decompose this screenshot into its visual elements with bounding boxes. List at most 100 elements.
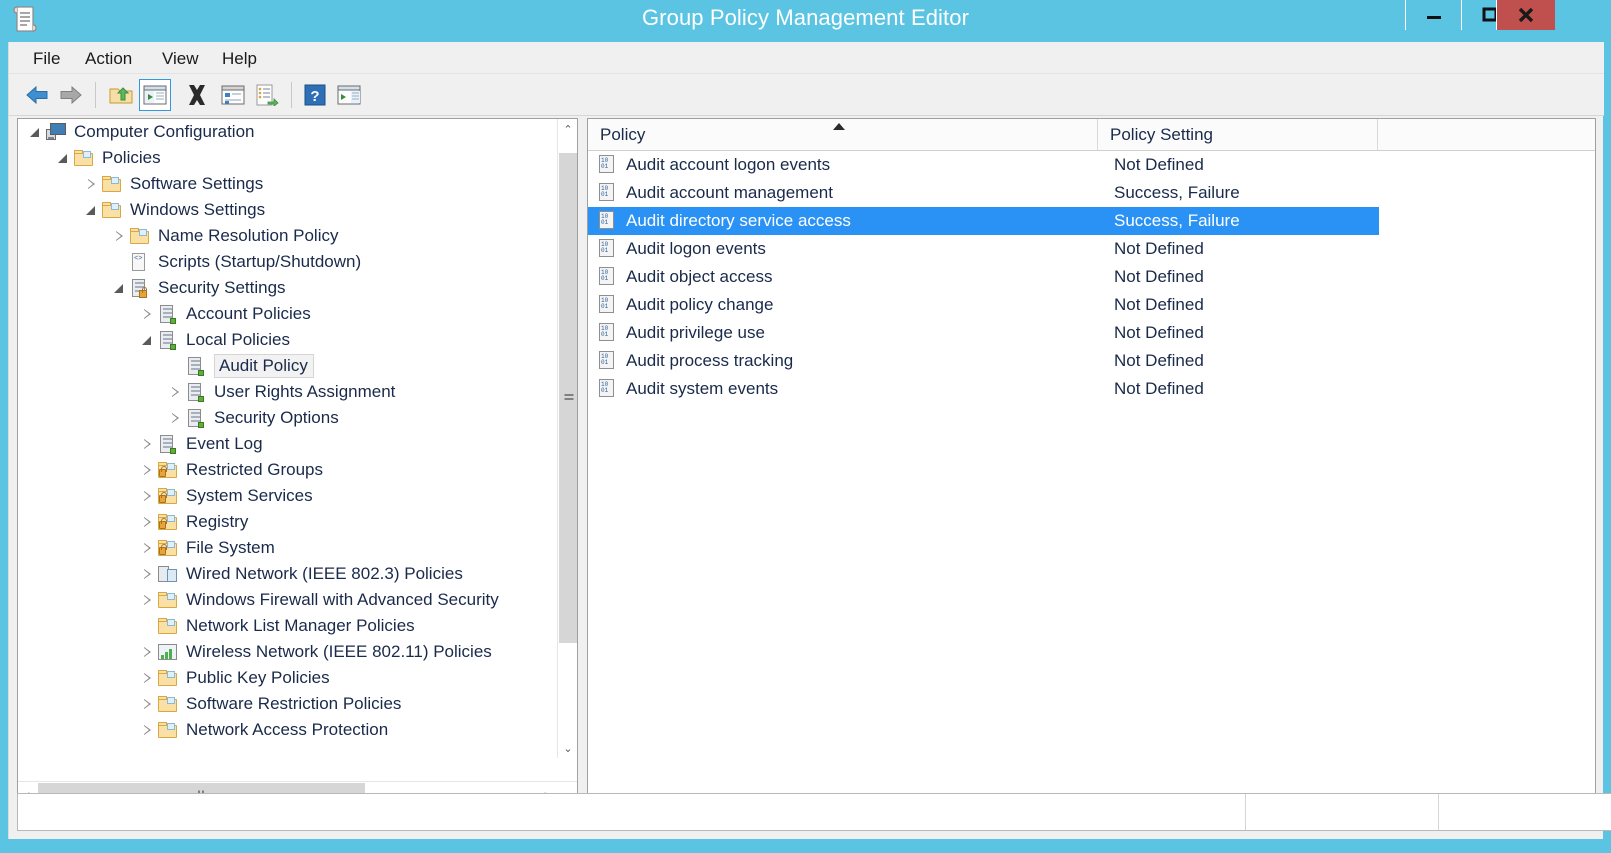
tree-item[interactable]: Network Access Protection bbox=[18, 717, 558, 743]
table-row[interactable]: 10 01 Audit directory service access Succes… bbox=[588, 207, 1379, 235]
column-header-policy-setting[interactable]: Policy Setting bbox=[1098, 119, 1378, 150]
export-list-button[interactable] bbox=[251, 79, 283, 111]
delete-button[interactable] bbox=[181, 79, 213, 111]
expand-triangle-icon[interactable] bbox=[138, 460, 158, 480]
expand-triangle-icon[interactable] bbox=[138, 590, 158, 610]
policy-setting-value: Not Defined bbox=[1114, 155, 1204, 174]
expand-triangle-icon[interactable] bbox=[82, 174, 102, 194]
collapse-triangle-icon[interactable] bbox=[138, 330, 158, 350]
expand-triangle-icon[interactable] bbox=[138, 564, 158, 584]
scroll-thumb-vertical[interactable] bbox=[559, 153, 577, 643]
expand-triangle-icon[interactable] bbox=[138, 642, 158, 662]
list-column-headers: Policy Policy Setting bbox=[588, 119, 1595, 151]
table-row[interactable]: 10 01 Audit privilege use Not Defined bbox=[588, 319, 1595, 347]
table-row[interactable]: 10 01 Audit policy change Not Defined bbox=[588, 291, 1595, 319]
tree-item-label: Restricted Groups bbox=[186, 460, 323, 479]
tree-item[interactable]: Event Log bbox=[18, 431, 558, 457]
server-icon bbox=[186, 408, 208, 428]
tree-item[interactable]: Account Policies bbox=[18, 301, 558, 327]
svg-text:?: ? bbox=[310, 88, 319, 105]
back-button[interactable] bbox=[21, 79, 53, 111]
expand-triangle-icon[interactable] bbox=[138, 720, 158, 740]
policy-list-pane: Policy Policy Setting 10 01 Audit account … bbox=[587, 118, 1596, 808]
table-row[interactable]: 10 01 Audit account management Success, Fai… bbox=[588, 179, 1595, 207]
collapse-triangle-icon[interactable] bbox=[26, 122, 46, 142]
tree-item-label: Security Options bbox=[214, 408, 339, 427]
expand-triangle-icon[interactable] bbox=[138, 512, 158, 532]
console-tree-button[interactable] bbox=[139, 79, 171, 111]
policy-setting-icon: 10 01 bbox=[598, 183, 624, 203]
tree-item[interactable]: Software Settings bbox=[18, 171, 558, 197]
expand-triangle-icon[interactable] bbox=[138, 668, 158, 688]
tree-item[interactable]: Computer Configuration bbox=[18, 119, 558, 145]
table-row[interactable]: 10 01 Audit system events Not Defined bbox=[588, 375, 1595, 403]
properties-button[interactable] bbox=[217, 79, 249, 111]
table-row[interactable]: 10 01 Audit account logon events Not Define… bbox=[588, 151, 1595, 179]
tree-list[interactable]: Computer Configuration Policies Software S… bbox=[18, 119, 558, 779]
tree-item[interactable]: Wireless Network (IEEE 802.11) Policies bbox=[18, 639, 558, 665]
tree-item[interactable]: Windows Firewall with Advanced Security bbox=[18, 587, 558, 613]
expand-triangle-icon[interactable] bbox=[166, 382, 186, 402]
forward-button[interactable] bbox=[55, 79, 87, 111]
collapse-triangle-icon[interactable] bbox=[54, 148, 74, 168]
scroll-up-arrow[interactable]: ⌃ bbox=[558, 119, 577, 139]
tree-item-label: Software Settings bbox=[130, 174, 264, 193]
menu-action[interactable]: Action bbox=[77, 47, 140, 71]
tree-item[interactable]: File System bbox=[18, 535, 558, 561]
scroll-down-arrow[interactable]: ⌄ bbox=[558, 738, 577, 758]
table-row[interactable]: 10 01 Audit process tracking Not Defined bbox=[588, 347, 1595, 375]
tree-item[interactable]: Restricted Groups bbox=[18, 457, 558, 483]
help-button[interactable]: ? bbox=[299, 79, 331, 111]
tree-item[interactable]: Security Settings bbox=[18, 275, 558, 301]
tree-item[interactable]: Network List Manager Policies bbox=[18, 613, 558, 639]
tree-item[interactable]: Local Policies bbox=[18, 327, 558, 353]
tree-item-label: Network Access Protection bbox=[186, 720, 389, 739]
sort-ascending-icon bbox=[833, 123, 845, 130]
collapse-triangle-icon[interactable] bbox=[82, 200, 102, 220]
policy-setting-value: Success, Failure bbox=[1114, 183, 1240, 202]
tree-vertical-scrollbar[interactable]: ⌃ ⌄ bbox=[557, 119, 577, 758]
tree-item[interactable]: System Services bbox=[18, 483, 558, 509]
expand-triangle-icon[interactable] bbox=[138, 486, 158, 506]
tree-item[interactable]: Policies bbox=[18, 145, 558, 171]
table-row[interactable]: 10 01 Audit object access Not Defined bbox=[588, 263, 1595, 291]
tree-item[interactable]: Scripts (Startup/Shutdown) bbox=[18, 249, 558, 275]
expand-triangle-icon[interactable] bbox=[138, 538, 158, 558]
tree-item[interactable]: Security Options bbox=[18, 405, 558, 431]
column-header-extra[interactable] bbox=[1378, 119, 1595, 150]
menu-file[interactable]: File bbox=[25, 47, 68, 71]
action-pane-button[interactable] bbox=[333, 79, 365, 111]
expand-triangle-icon[interactable] bbox=[138, 304, 158, 324]
menu-view[interactable]: View bbox=[154, 47, 207, 71]
tree-item[interactable]: Wired Network (IEEE 802.3) Policies bbox=[18, 561, 558, 587]
expand-triangle-icon[interactable] bbox=[166, 408, 186, 428]
policy-setting-icon: 10 01 bbox=[598, 351, 624, 371]
folder-icon bbox=[102, 174, 124, 194]
tree-item[interactable]: Name Resolution Policy bbox=[18, 223, 558, 249]
collapse-triangle-icon[interactable] bbox=[110, 278, 130, 298]
policy-setting-value: Not Defined bbox=[1114, 295, 1204, 314]
folder-icon bbox=[102, 200, 124, 220]
policy-setting-icon: 10 01 bbox=[598, 267, 624, 287]
title-bar: Group Policy Management Editor bbox=[0, 0, 1611, 42]
status-bar bbox=[17, 793, 1611, 831]
menu-help[interactable]: Help bbox=[214, 47, 265, 71]
close-button[interactable] bbox=[1497, 0, 1555, 30]
expand-triangle-icon[interactable] bbox=[138, 434, 158, 454]
folder-icon bbox=[158, 616, 180, 636]
status-message bbox=[18, 794, 1246, 830]
table-row[interactable]: 10 01 Audit logon events Not Defined bbox=[588, 235, 1595, 263]
tree-item[interactable]: Audit Policy bbox=[18, 353, 558, 379]
tree-item[interactable]: Software Restriction Policies bbox=[18, 691, 558, 717]
tree-item[interactable]: Windows Settings bbox=[18, 197, 558, 223]
tree-item-label: Registry bbox=[186, 512, 249, 531]
tree-item[interactable]: User Rights Assignment bbox=[18, 379, 558, 405]
expand-triangle-icon[interactable] bbox=[110, 226, 130, 246]
folder-up-button[interactable] bbox=[105, 79, 137, 111]
tree-item[interactable]: Public Key Policies bbox=[18, 665, 558, 691]
tree-item[interactable]: Registry bbox=[18, 509, 558, 535]
minimize-button[interactable] bbox=[1406, 0, 1461, 30]
column-header-policy[interactable]: Policy bbox=[588, 119, 1098, 150]
expand-triangle-icon[interactable] bbox=[138, 694, 158, 714]
